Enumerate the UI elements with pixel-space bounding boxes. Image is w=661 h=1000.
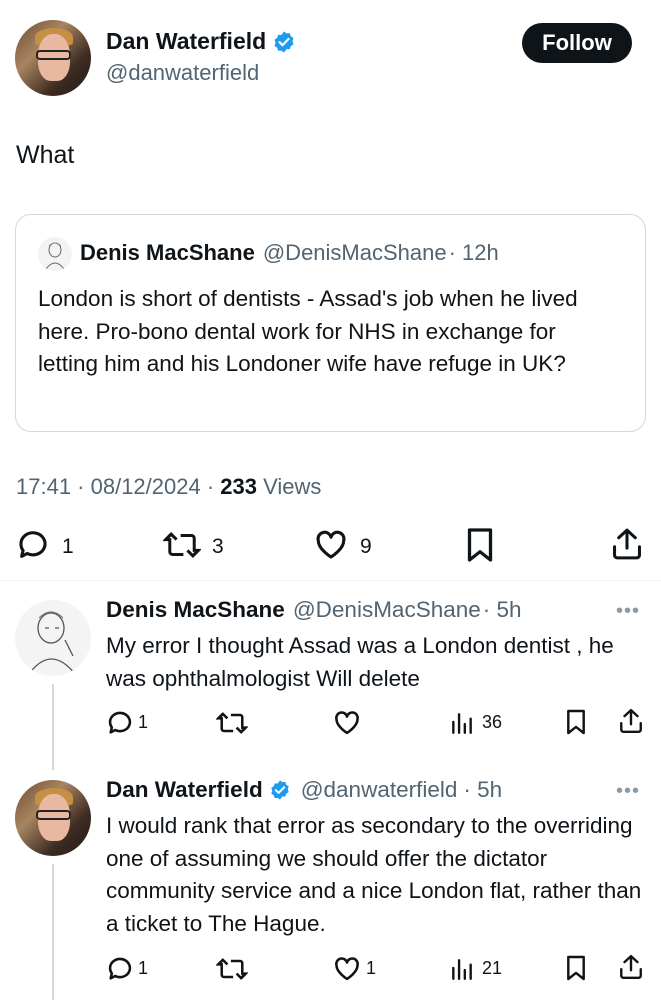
reply-author-handle[interactable]: @danwaterfield: [301, 777, 458, 803]
reply-author-name[interactable]: Dan Waterfield: [106, 777, 263, 803]
verified-badge-icon: [269, 779, 291, 801]
quoted-tweet-text: London is short of dentists - Assad's jo…: [38, 286, 578, 376]
share-icon[interactable]: [610, 526, 644, 562]
thread-line: [52, 864, 54, 1000]
tweet-timestamp[interactable]: 17:41 · 08/12/2024 ·: [16, 474, 220, 499]
reply-author-name[interactable]: Denis MacShane: [106, 597, 285, 623]
divider: [0, 580, 661, 581]
more-options-icon[interactable]: •••: [616, 600, 640, 623]
quoted-tweet-time: · 12h: [448, 240, 499, 265]
reply-author-avatar[interactable]: [15, 780, 91, 856]
quoted-author-avatar: [38, 237, 72, 271]
tweet-text: What: [16, 141, 75, 169]
thread-line: [52, 684, 54, 770]
author-name[interactable]: Dan Waterfield: [106, 28, 266, 55]
verified-badge-icon: [272, 30, 296, 54]
reply-time[interactable]: · 5h: [463, 777, 502, 803]
reply-author-avatar[interactable]: [15, 600, 91, 676]
bookmark-icon[interactable]: [465, 527, 495, 563]
views-label: Views: [263, 474, 322, 499]
repost-count: 3: [212, 535, 224, 558]
author-handle[interactable]: @danwaterfield: [106, 60, 259, 86]
quoted-author-name: Denis MacShane: [80, 240, 255, 265]
reply-count: 1: [138, 712, 149, 732]
repost-icon[interactable]: [216, 709, 248, 737]
reply-icon[interactable]: [106, 955, 134, 983]
reply-icon[interactable]: [106, 709, 134, 737]
reply-author-handle[interactable]: @DenisMacShane: [293, 597, 481, 623]
follow-button[interactable]: Follow: [522, 23, 632, 63]
reply-text: I would rank that error as secondary to …: [106, 813, 642, 936]
views-icon[interactable]: [449, 710, 475, 736]
share-icon[interactable]: [618, 706, 644, 736]
share-icon[interactable]: [618, 952, 644, 982]
repost-icon[interactable]: [163, 528, 201, 562]
bookmark-icon[interactable]: [565, 708, 587, 736]
views-count: 21: [482, 958, 503, 978]
reply-time[interactable]: · 5h: [483, 597, 522, 623]
reply-text: My error I thought Assad was a London de…: [106, 633, 614, 691]
more-options-icon[interactable]: •••: [616, 780, 640, 803]
bookmark-icon[interactable]: [565, 954, 587, 982]
reply-count: 1: [138, 958, 149, 978]
repost-icon[interactable]: [216, 955, 248, 983]
like-count: 1: [366, 958, 377, 978]
quoted-author-handle: @DenisMacShane: [262, 240, 447, 265]
views-count: 36: [482, 712, 503, 732]
views-count: 233: [220, 474, 257, 499]
reply-count: 1: [62, 535, 74, 558]
like-count: 9: [360, 535, 372, 558]
reply-icon[interactable]: [16, 528, 50, 562]
views-icon[interactable]: [449, 956, 475, 982]
quoted-tweet-card[interactable]: Denis MacShane @DenisMacShane · 12h Lond…: [15, 214, 646, 432]
like-icon[interactable]: [332, 709, 362, 737]
author-avatar[interactable]: [15, 20, 91, 96]
like-icon[interactable]: [313, 528, 349, 562]
like-icon[interactable]: [332, 955, 362, 983]
